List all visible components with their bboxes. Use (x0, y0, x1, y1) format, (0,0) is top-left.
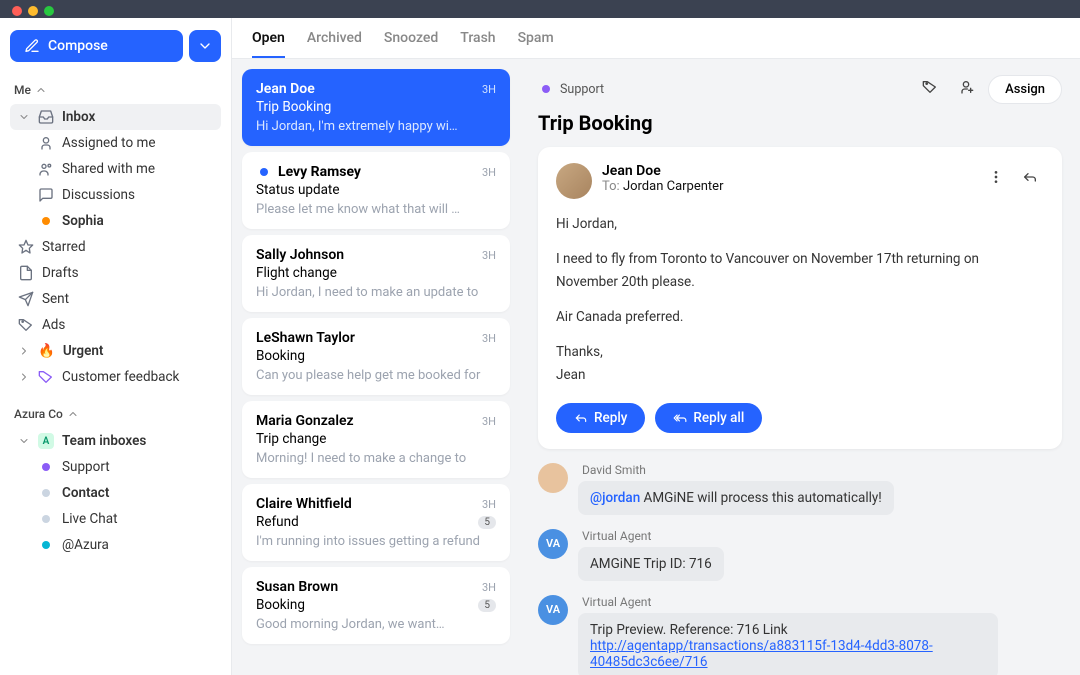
file-icon (18, 265, 34, 281)
subject: Trip Booking (538, 111, 1062, 135)
tab-trash[interactable]: Trash (460, 30, 495, 58)
trip-link[interactable]: http://agentapp/transactions/a883115f-13… (590, 638, 933, 670)
purple-dot-icon (42, 463, 50, 471)
titlebar (0, 0, 1080, 18)
reply-button[interactable]: Reply (556, 403, 645, 433)
compose-button[interactable]: Compose (10, 30, 183, 62)
comment-bubble: Trip Preview. Reference: 716 Link http:/… (578, 613, 998, 675)
inbox-tag: Support (538, 82, 604, 97)
count-badge: 5 (478, 516, 496, 529)
users-icon (38, 161, 54, 177)
avatar: VA (538, 529, 568, 559)
teal-dot-icon (42, 541, 50, 549)
comment: David Smith @jordan AMGiNE will process … (538, 463, 1062, 515)
sidebar-at-azura[interactable]: @Azura (10, 532, 221, 558)
section-me[interactable]: Me (10, 76, 221, 104)
tag-icon (38, 369, 54, 385)
window-controls (12, 6, 54, 16)
count-badge: 5 (478, 599, 496, 612)
chevron-up-icon (35, 82, 47, 98)
sidebar: Compose Me Inbox Assigned to me Shared w… (0, 18, 232, 675)
comment-bubble: AMGiNE Trip ID: 716 (578, 547, 724, 581)
list-item[interactable]: Susan Brown3H Booking5 Good morning Jord… (242, 567, 510, 644)
section-azura[interactable]: Azura Co (10, 400, 221, 428)
list-item[interactable]: Sally Johnson3H Flight change Hi Jordan,… (242, 235, 510, 312)
close-dot[interactable] (12, 6, 22, 16)
message-from: Jean Doe (602, 163, 723, 179)
tab-spam[interactable]: Spam (518, 30, 554, 58)
compose-label: Compose (48, 38, 108, 54)
sidebar-drafts[interactable]: Drafts (10, 260, 221, 286)
sidebar-inbox[interactable]: Inbox (10, 104, 221, 130)
chevron-right-icon (18, 343, 30, 359)
tab-open[interactable]: Open (252, 30, 285, 58)
avatar (556, 163, 592, 199)
chevron-right-icon (18, 369, 30, 385)
tab-snoozed[interactable]: Snoozed (384, 30, 438, 58)
assign-button[interactable]: Assign (988, 75, 1062, 104)
comment: VA Virtual Agent Trip Preview. Reference… (538, 595, 1062, 675)
sidebar-assigned[interactable]: Assigned to me (10, 130, 221, 156)
sidebar-starred[interactable]: Starred (10, 234, 221, 260)
gray-dot-icon (42, 489, 50, 497)
unread-dot-icon (260, 168, 268, 176)
chat-icon (38, 187, 54, 203)
sidebar-feedback[interactable]: Customer feedback (10, 364, 221, 390)
list-item[interactable]: LeShawn Taylor3H Booking Can you please … (242, 318, 510, 395)
min-dot[interactable] (28, 6, 38, 16)
list-item[interactable]: Jean Doe3H Trip Booking Hi Jordan, I'm e… (242, 69, 510, 146)
message-to: To: Jordan Carpenter (602, 179, 723, 194)
assign-user-button[interactable] (952, 73, 980, 105)
more-button[interactable] (982, 163, 1010, 195)
fire-icon: 🔥 (38, 343, 55, 359)
gray-dot-icon (42, 515, 50, 523)
star-icon (18, 239, 34, 255)
tab-archived[interactable]: Archived (307, 30, 362, 58)
mention[interactable]: @jordan (590, 490, 640, 506)
list-item[interactable]: Claire Whitfield3H Refund5 I'm running i… (242, 484, 510, 561)
comment: VA Virtual Agent AMGiNE Trip ID: 716 (538, 529, 1062, 581)
sidebar-sent[interactable]: Sent (10, 286, 221, 312)
team-badge: A (38, 433, 54, 449)
orange-dot-icon (42, 217, 50, 225)
comment-bubble: @jordan AMGiNE will process this automat… (578, 481, 894, 515)
reply-all-button[interactable]: Reply all (655, 403, 762, 433)
conversation-list: Jean Doe3H Trip Booking Hi Jordan, I'm e… (232, 59, 520, 675)
compose-icon (24, 38, 40, 54)
tag-icon (18, 317, 34, 333)
reply-icon-button[interactable] (1016, 163, 1044, 195)
list-item[interactable]: Maria Gonzalez3H Trip change Morning! I … (242, 401, 510, 478)
chevron-down-icon (18, 109, 30, 125)
sidebar-shared[interactable]: Shared with me (10, 156, 221, 182)
sidebar-sophia[interactable]: Sophia (10, 208, 221, 234)
avatar: VA (538, 595, 568, 625)
avatar (538, 463, 568, 493)
sidebar-team-inboxes[interactable]: ATeam inboxes (10, 428, 221, 454)
compose-dropdown[interactable] (189, 30, 221, 62)
sidebar-ads[interactable]: Ads (10, 312, 221, 338)
sidebar-contact[interactable]: Contact (10, 480, 221, 506)
sidebar-support[interactable]: Support (10, 454, 221, 480)
user-icon (38, 135, 54, 151)
list-item[interactable]: Levy Ramsey3H Status update Please let m… (242, 152, 510, 229)
sidebar-urgent[interactable]: 🔥Urgent (10, 338, 221, 364)
sidebar-livechat[interactable]: Live Chat (10, 506, 221, 532)
chevron-up-icon (67, 406, 79, 422)
inbox-icon (38, 109, 54, 125)
max-dot[interactable] (44, 6, 54, 16)
message: Jean Doe To: Jordan Carpenter Hi Jordan,… (538, 147, 1062, 449)
send-icon (18, 291, 34, 307)
reading-pane: Support Assign Trip Booking Jean Doe To:… (520, 59, 1080, 675)
tag-button[interactable] (916, 73, 944, 105)
message-body: Hi Jordan, I need to fly from Toronto to… (556, 213, 1044, 387)
tabs: Open Archived Snoozed Trash Spam (232, 18, 1080, 59)
chevron-down-icon (18, 433, 30, 449)
sidebar-discussions[interactable]: Discussions (10, 182, 221, 208)
